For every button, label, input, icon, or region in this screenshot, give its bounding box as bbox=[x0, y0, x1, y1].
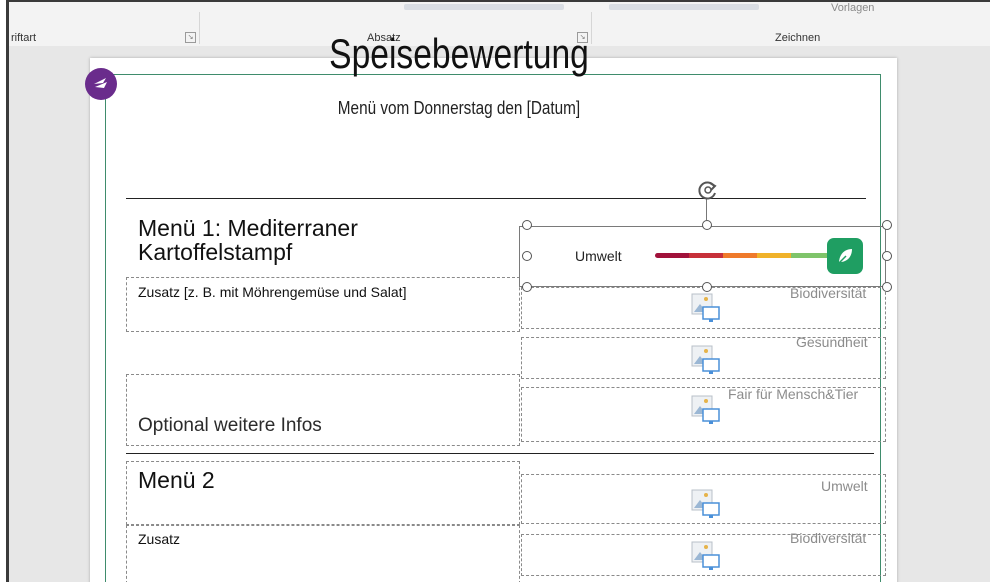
divider-line bbox=[126, 453, 874, 454]
divider-line bbox=[126, 198, 866, 199]
resize-handle[interactable] bbox=[702, 220, 712, 230]
resize-handle[interactable] bbox=[882, 220, 892, 230]
rating-label-umwelt-2: Umwelt bbox=[821, 478, 868, 494]
rating-label-gesundheit: Gesundheit bbox=[796, 334, 868, 350]
document-subtitle[interactable]: Menü vom Donnerstag den [Datum] bbox=[281, 98, 638, 119]
menu2-zusatz-box[interactable] bbox=[126, 525, 520, 582]
menu1-optional-info[interactable]: Optional weitere Infos bbox=[138, 415, 322, 437]
logo-icon bbox=[85, 68, 117, 100]
image-placeholder-icon[interactable] bbox=[691, 489, 721, 519]
group-label-schriftart: riftart bbox=[11, 32, 37, 44]
image-placeholder-icon[interactable] bbox=[691, 541, 721, 571]
resize-handle[interactable] bbox=[882, 282, 892, 292]
rotate-handle-icon[interactable] bbox=[696, 178, 720, 207]
dialog-launcher-icon[interactable]: ↘ bbox=[185, 32, 196, 43]
app-window: Vorlagen riftart ↘ Absatz ↘ Zeichnen Spe… bbox=[6, 0, 990, 582]
resize-handle[interactable] bbox=[522, 282, 532, 292]
resize-handle[interactable] bbox=[882, 251, 892, 261]
menu1-heading[interactable]: Menü 1: Mediterraner Kartoffelstampf bbox=[138, 216, 358, 264]
resize-handle[interactable] bbox=[702, 282, 712, 292]
group-label-zeichnen: Zeichnen bbox=[775, 32, 821, 44]
umwelt-label: Umwelt bbox=[575, 248, 622, 264]
menu2-heading[interactable]: Menü 2 bbox=[138, 467, 215, 494]
menu2-zusatz[interactable]: Zusatz bbox=[138, 531, 180, 547]
image-placeholder-icon[interactable] bbox=[691, 395, 721, 425]
image-placeholder-icon[interactable] bbox=[691, 345, 721, 375]
leaf-icon[interactable] bbox=[827, 238, 863, 274]
ribbon-faded-control[interactable] bbox=[609, 4, 759, 10]
resize-handle[interactable] bbox=[522, 251, 532, 261]
image-placeholder-icon[interactable] bbox=[691, 293, 721, 323]
resize-handle[interactable] bbox=[522, 220, 532, 230]
rating-label-fair: Fair für Mensch&Tier bbox=[728, 386, 859, 402]
document-title[interactable]: Speisebewertung bbox=[243, 30, 675, 78]
ribbon-faded-control[interactable] bbox=[404, 4, 564, 10]
rating-label-biodiversitaet: Biodiversität bbox=[790, 285, 867, 301]
group-separator bbox=[199, 12, 200, 44]
vorlagen-label[interactable]: Vorlagen bbox=[831, 2, 874, 14]
menu1-zusatz[interactable]: Zusatz [z. B. mit Möhrengemüse und Salat… bbox=[138, 284, 406, 300]
rating-scale-bar bbox=[655, 253, 831, 258]
rating-label-biodiversitaet-2: Biodiversität bbox=[790, 530, 867, 546]
